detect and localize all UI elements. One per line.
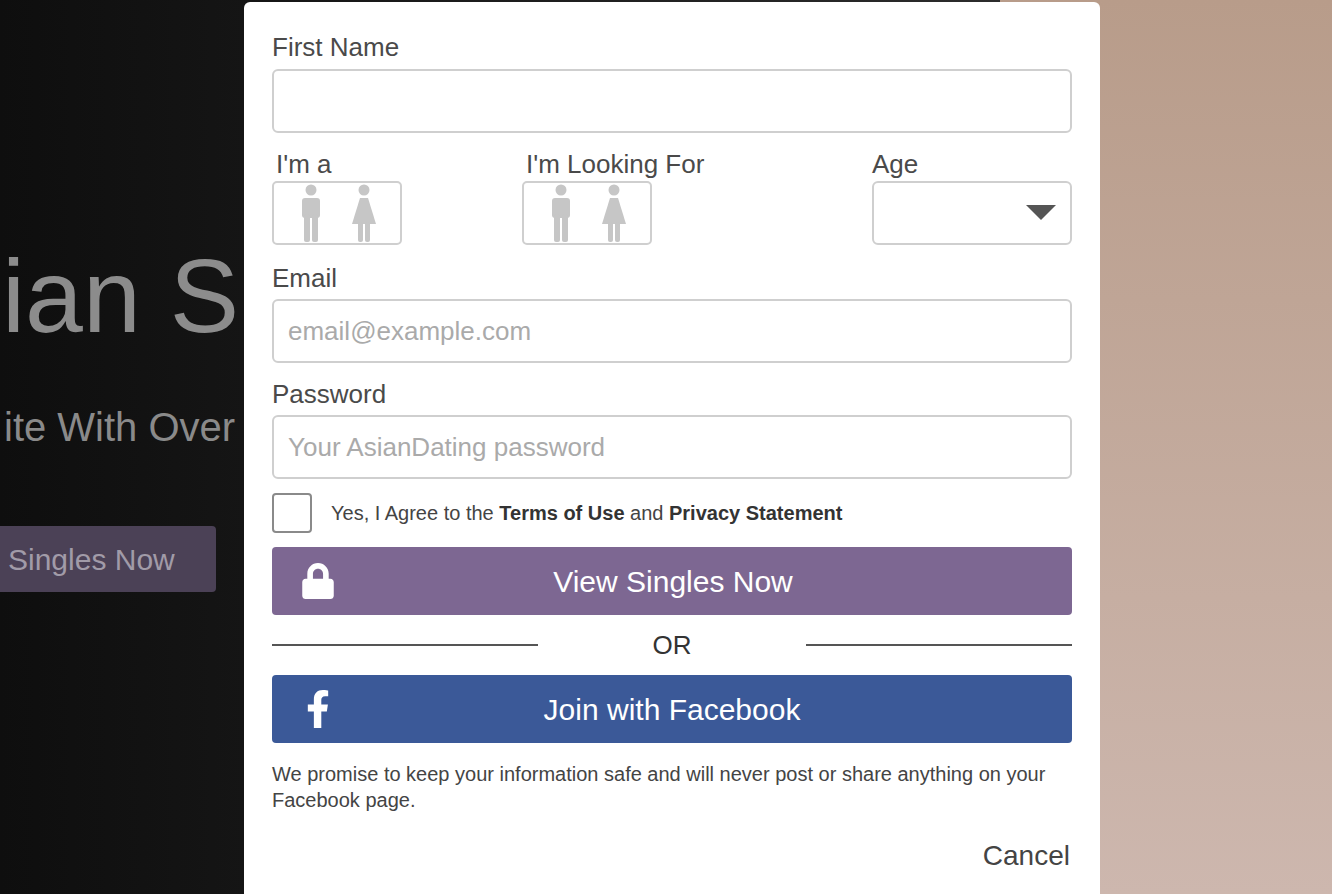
female-icon[interactable] <box>601 184 627 242</box>
field-label: I'm Looking For <box>522 149 704 179</box>
page: ian Site With OverSingles NowFirst NameI… <box>0 0 1332 894</box>
hero-cta-button[interactable]: Singles Now <box>0 526 216 592</box>
age-field: Age <box>872 149 1072 245</box>
facebook-button[interactable]: Join with Facebook <box>272 675 1072 743</box>
agree-row: Yes, I Agree to the Terms of Use and Pri… <box>272 493 1072 533</box>
field-label: I'm a <box>272 149 402 179</box>
privacy-note: We promise to keep your information safe… <box>272 761 1072 813</box>
age-select[interactable] <box>872 181 1072 245</box>
gender-picker[interactable] <box>522 181 652 245</box>
looking-for-field: I'm Looking For <box>522 149 704 245</box>
profile-row: I'm a I'm Looking For Age <box>272 149 1072 245</box>
gender-picker[interactable] <box>272 181 402 245</box>
cancel-button[interactable]: Cancel <box>981 835 1072 877</box>
male-icon[interactable] <box>548 184 574 242</box>
agree-checkbox[interactable] <box>272 493 312 533</box>
signup-modal: First Name I'm a I'm Looking For Age Email Pa… <box>244 2 1100 894</box>
email-label: Email <box>272 263 1072 293</box>
agree-text: Yes, I Agree to the Terms of Use and Pri… <box>331 498 842 528</box>
im-a-field: I'm a <box>272 149 402 245</box>
first-name-input[interactable] <box>272 69 1072 133</box>
facebook-icon <box>306 690 330 728</box>
lock-icon <box>302 563 334 599</box>
first-name-label: First Name <box>272 32 1072 62</box>
or-divider: OR <box>272 629 1072 661</box>
male-icon[interactable] <box>298 184 324 242</box>
password-input[interactable] <box>272 415 1072 479</box>
age-label: Age <box>872 149 1072 179</box>
password-label: Password <box>272 379 1072 409</box>
dropdown-arrow-icon[interactable] <box>1026 205 1056 221</box>
female-icon[interactable] <box>351 184 377 242</box>
view-singles-button[interactable]: View Singles Now <box>272 547 1072 615</box>
email-input[interactable] <box>272 299 1072 363</box>
